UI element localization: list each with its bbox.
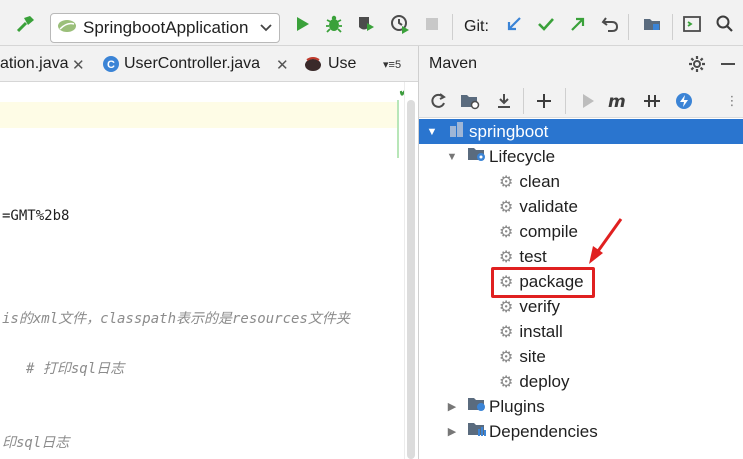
- annotation-arrow: [589, 218, 623, 264]
